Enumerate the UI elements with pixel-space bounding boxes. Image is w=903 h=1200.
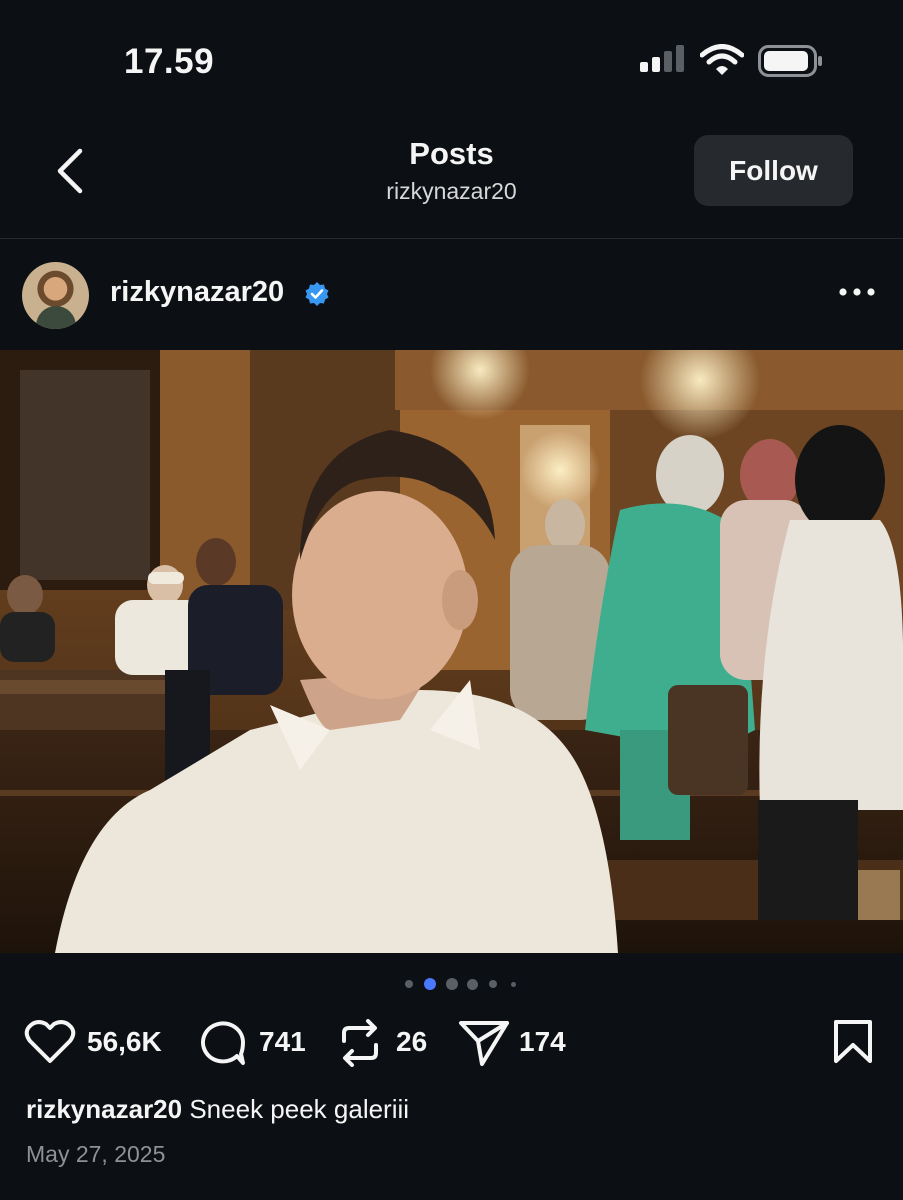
post-actions: 56,6K 741 26 174 xyxy=(0,1012,903,1072)
follow-button[interactable]: Follow xyxy=(694,135,853,206)
carousel-dot xyxy=(467,979,478,990)
post-photo[interactable] xyxy=(0,350,903,953)
carousel-dot xyxy=(405,980,413,988)
carousel-dot xyxy=(511,982,516,987)
verified-badge-icon xyxy=(305,282,329,306)
post-photo-illustration xyxy=(0,350,903,953)
heart-icon[interactable] xyxy=(24,1019,76,1065)
status-time: 17.59 xyxy=(124,42,215,81)
carousel-indicator xyxy=(0,977,903,991)
repost-icon[interactable] xyxy=(338,1019,382,1067)
share-count: 174 xyxy=(519,1026,566,1057)
comment-count: 741 xyxy=(259,1026,306,1057)
share-action[interactable]: 174 xyxy=(458,1012,578,1072)
avatar-figure xyxy=(36,306,76,329)
post-date: May 27, 2025 xyxy=(26,1141,166,1167)
caption-username[interactable]: rizkynazar20 xyxy=(26,1094,182,1124)
like-count: 56,6K xyxy=(87,1026,162,1057)
battery-icon xyxy=(758,45,822,77)
repost-count: 26 xyxy=(396,1026,428,1057)
comment-action[interactable]: 741 xyxy=(199,1012,309,1072)
carousel-dot xyxy=(489,980,497,988)
send-icon[interactable] xyxy=(458,1019,510,1067)
bookmark-icon[interactable] xyxy=(833,1020,873,1064)
post-username[interactable]: rizkynazar20 xyxy=(110,276,284,309)
post-caption: rizkynazar20 Sneek peek galeriii xyxy=(26,1094,409,1125)
like-action[interactable]: 56,6K xyxy=(24,1012,174,1072)
status-bar: 17.59 xyxy=(0,0,903,120)
carousel-dot xyxy=(446,978,458,990)
comment-icon[interactable] xyxy=(199,1019,247,1067)
wifi-icon xyxy=(700,44,744,75)
avatar[interactable] xyxy=(22,262,89,329)
caption-text: Sneek peek galeriii xyxy=(189,1094,410,1124)
repost-action[interactable]: 26 xyxy=(338,1012,438,1072)
more-horizontal-icon[interactable] xyxy=(838,284,876,300)
signal-icon xyxy=(640,45,684,72)
carousel-dot-active xyxy=(424,978,436,990)
nav-bar: Posts rizkynazar20 Follow xyxy=(0,120,903,239)
post-header: rizkynazar20 xyxy=(0,238,903,350)
